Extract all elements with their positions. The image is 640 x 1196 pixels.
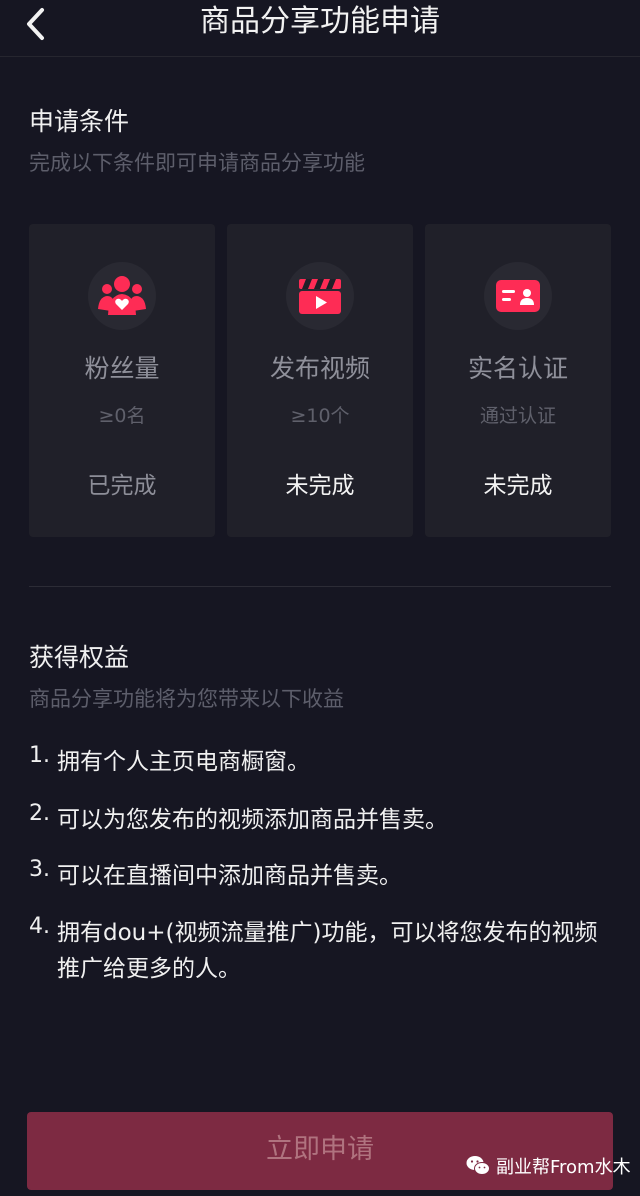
nav-bar: 商品分享功能申请 xyxy=(0,0,640,57)
condition-label: 发布视频 xyxy=(269,354,370,383)
benefit-item: 1. 拥有个人主页电商橱窗。 xyxy=(29,743,619,780)
condition-icon-wrap xyxy=(484,262,552,330)
page: 商品分享功能申请 申请条件 完成以下条件即可申请商品分享功能 粉丝量 ≥0名 已… xyxy=(0,0,640,1196)
id-card-icon xyxy=(496,280,540,312)
benefits-title: 获得权益 xyxy=(29,643,130,672)
condition-card-fans[interactable]: 粉丝量 ≥0名 已完成 xyxy=(29,224,215,537)
fans-icon xyxy=(98,276,146,315)
conditions-title: 申请条件 xyxy=(29,107,130,136)
benefit-item: 3. 可以在直播间中添加商品并售卖。 xyxy=(29,857,619,894)
condition-status: 未完成 xyxy=(285,473,355,499)
condition-label: 粉丝量 xyxy=(84,354,160,383)
benefit-text: 拥有dou+(视频流量推广)功能，可以将您发布的视频推广给更多的人。 xyxy=(57,920,598,982)
video-clapper-icon xyxy=(299,279,341,314)
benefit-number: 2. xyxy=(29,801,50,826)
benefit-number: 4. xyxy=(29,914,50,939)
wechat-icon xyxy=(466,1156,490,1175)
condition-requirement: ≥10个 xyxy=(290,405,350,427)
condition-card-videos[interactable]: 发布视频 ≥10个 未完成 xyxy=(227,224,413,537)
benefits-subtitle: 商品分享功能将为您带来以下收益 xyxy=(29,687,344,711)
condition-requirement: 通过认证 xyxy=(479,405,556,427)
watermark-text: 副业帮From水木 xyxy=(496,1157,631,1178)
condition-status: 未完成 xyxy=(483,473,553,499)
condition-card-realname[interactable]: 实名认证 通过认证 未完成 xyxy=(425,224,611,537)
benefit-item: 2. 可以为您发布的视频添加商品并售卖。 xyxy=(29,801,619,838)
conditions-subtitle: 完成以下条件即可申请商品分享功能 xyxy=(29,151,365,175)
condition-icon-wrap xyxy=(88,262,156,330)
section-divider xyxy=(29,586,611,587)
benefit-text: 拥有个人主页电商橱窗。 xyxy=(57,749,310,775)
page-title: 商品分享功能申请 xyxy=(200,4,440,39)
benefit-number: 1. xyxy=(29,743,50,768)
benefit-item: 4. 拥有dou+(视频流量推广)功能，可以将您发布的视频推广给更多的人。 xyxy=(29,914,619,987)
condition-icon-wrap xyxy=(286,262,354,330)
condition-label: 实名认证 xyxy=(467,354,568,383)
benefit-number: 3. xyxy=(29,857,50,882)
condition-status: 已完成 xyxy=(87,473,157,499)
condition-requirement: ≥0名 xyxy=(98,405,146,427)
watermark: 副业帮From水木 xyxy=(466,1152,631,1180)
benefit-text: 可以在直播间中添加商品并售卖。 xyxy=(57,863,402,889)
benefit-text: 可以为您发布的视频添加商品并售卖。 xyxy=(57,807,448,833)
